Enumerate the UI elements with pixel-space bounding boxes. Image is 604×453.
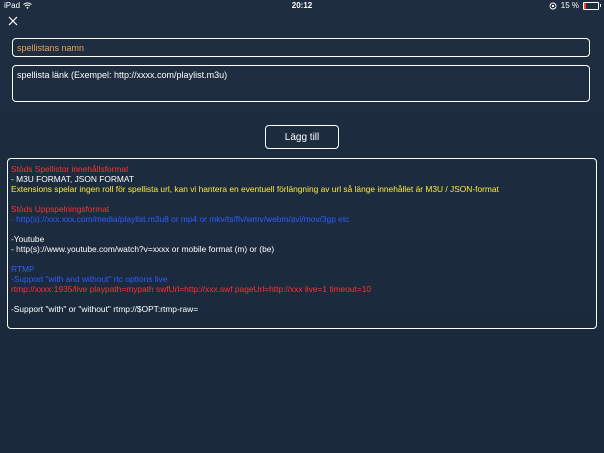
info-line-formats: - M3U FORMAT, JSON FORMAT (11, 174, 134, 184)
info-line-youtube-title: -Youtube (11, 234, 45, 244)
info-line-spacer (11, 224, 593, 234)
info-line-formats-title: Stöds Spellistor innehållsformat (11, 164, 129, 174)
lock-rotation-icon (549, 2, 557, 9)
status-right: 15 % (549, 1, 601, 10)
playlist-name-placeholder: spellistans namn (17, 43, 85, 53)
battery-percent: 15 % (560, 1, 579, 10)
info-line-extensions: Extensions spelar ingen roll för spellis… (11, 184, 499, 194)
info-line-rtmp-raw: -Support "with" or "without" rtmp://$OPT… (11, 304, 199, 314)
battery-icon (583, 1, 601, 10)
clock: 20:12 (291, 1, 313, 10)
info-line-youtube-example: - http(s)://www.youtube.com/watch?v=xxxx… (11, 244, 275, 254)
info-line-rtmp-support: -Support "with and without" rtc options … (11, 274, 168, 284)
info-line-spacer (11, 194, 593, 204)
playlist-link-input[interactable]: spellista länk (Exempel: http://xxxx.com… (12, 65, 590, 102)
battery-fill (584, 2, 587, 9)
info-line-rtmp-title: RTMP (11, 264, 35, 274)
info-line-rtmp-example: rtmp://xxxx:1935/live playpath=mypath sw… (11, 284, 372, 294)
info-line-spacer (11, 254, 593, 264)
close-button[interactable] (6, 14, 22, 30)
info-line-playback-example: - http(s)://xxx.xxx.com/media/playlist.m… (11, 214, 350, 224)
playlist-link-placeholder: spellista länk (Exempel: http://xxxx.com… (17, 70, 228, 80)
close-icon (8, 16, 18, 26)
add-button[interactable]: Lägg till (265, 125, 339, 149)
playlist-name-input[interactable]: spellistans namn (12, 38, 590, 57)
status-bar: iPad 20:12 15 % (0, 0, 604, 12)
supported-formats-info: Stöds Spellistor innehållsformat - M3U F… (7, 158, 597, 329)
info-line-playback-title: Stöds Uppspelningsformat (11, 204, 110, 214)
info-line-spacer (11, 294, 593, 304)
